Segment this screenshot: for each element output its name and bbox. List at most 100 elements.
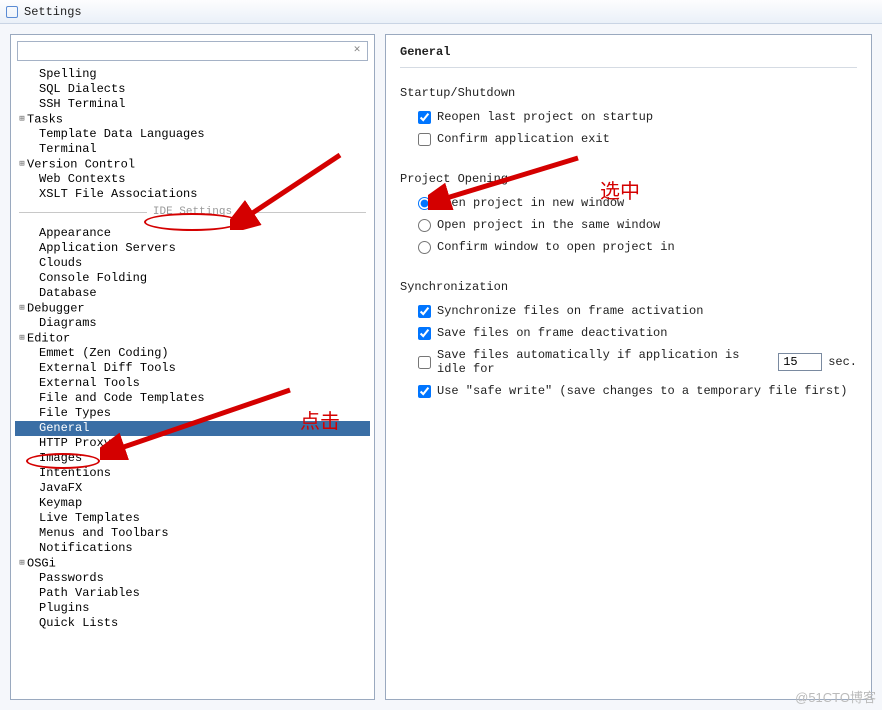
expand-icon[interactable]: ⊞ <box>17 301 27 316</box>
opt-label: Open project in the same window <box>437 218 660 232</box>
section-project-opening: Project Opening Open project in new wind… <box>400 172 857 262</box>
opt-label: Reopen last project on startup <box>437 110 653 124</box>
tree-item[interactable]: Diagrams <box>15 316 370 331</box>
checkbox-save-deact[interactable] <box>418 327 431 340</box>
tree-item[interactable]: SSH Terminal <box>15 97 370 112</box>
opt-open-new-window[interactable]: Open project in new window <box>418 196 857 210</box>
tree-item[interactable]: Terminal <box>15 142 370 157</box>
tree-item[interactable]: Console Folding <box>15 271 370 286</box>
tree-item[interactable]: HTTP Proxy <box>15 436 370 451</box>
expand-icon[interactable]: ⊞ <box>17 556 27 571</box>
tree-item[interactable]: ⊞OSGi <box>15 556 370 571</box>
opt-save-on-deactivation[interactable]: Save files on frame deactivation <box>418 326 857 340</box>
search-input[interactable] <box>17 41 368 61</box>
tree-item[interactable]: File and Code Templates <box>15 391 370 406</box>
opt-label: Use "safe write" (save changes to a temp… <box>437 384 847 398</box>
checkbox-autosave[interactable] <box>418 356 431 369</box>
tree-item-label: Console Folding <box>39 271 147 285</box>
tree-item-label: General <box>39 421 89 435</box>
tree-item-label: Tasks <box>27 113 63 127</box>
tree-item[interactable]: Path Variables <box>15 586 370 601</box>
opt-sync-on-activation[interactable]: Synchronize files on frame activation <box>418 304 857 318</box>
tree-item-label: Notifications <box>39 541 133 555</box>
opt-open-same-window[interactable]: Open project in the same window <box>418 218 857 232</box>
radio-same-window[interactable] <box>418 219 431 232</box>
tree-item[interactable]: Application Servers <box>15 241 370 256</box>
section-title: Startup/Shutdown <box>400 86 857 100</box>
tree-item-label: Path Variables <box>39 586 140 600</box>
tree-item[interactable]: External Tools <box>15 376 370 391</box>
opt-reopen-last-project[interactable]: Reopen last project on startup <box>418 110 857 124</box>
checkbox-safewrite[interactable] <box>418 385 431 398</box>
opt-confirm-exit[interactable]: Confirm application exit <box>418 132 857 146</box>
tree-item-label: HTTP Proxy <box>39 436 111 450</box>
tree-item-label: Application Servers <box>39 241 176 255</box>
tree-item-label: Web Contexts <box>39 172 125 186</box>
tree-item[interactable]: Database <box>15 286 370 301</box>
tree-item-label: External Diff Tools <box>39 361 176 375</box>
expand-icon[interactable]: ⊞ <box>17 157 27 172</box>
tree-item-label: Menus and Toolbars <box>39 526 169 540</box>
opt-label-suffix: sec. <box>828 355 857 369</box>
opt-autosave-idle[interactable]: Save files automatically if application … <box>418 348 857 376</box>
tree-item[interactable]: General <box>15 421 370 436</box>
tree-item[interactable]: Keymap <box>15 496 370 511</box>
opt-confirm-window[interactable]: Confirm window to open project in <box>418 240 857 254</box>
tree-item[interactable]: Template Data Languages <box>15 127 370 142</box>
tree-item[interactable]: Notifications <box>15 541 370 556</box>
panel-title: General <box>400 43 857 68</box>
tree-item[interactable]: ⊞Tasks <box>15 112 370 127</box>
tree-item-label: Editor <box>27 332 70 346</box>
tree-item[interactable]: Passwords <box>15 571 370 586</box>
tree-item-label: File Types <box>39 406 111 420</box>
opt-label: Save files automatically if application … <box>437 348 772 376</box>
tree-item[interactable]: XSLT File Associations <box>15 187 370 202</box>
tree-item-label: Intentions <box>39 466 111 480</box>
checkbox-confirm-exit[interactable] <box>418 133 431 146</box>
tree-item[interactable]: Spelling <box>15 67 370 82</box>
tree-item-label: Live Templates <box>39 511 140 525</box>
tree-item[interactable]: Images <box>15 451 370 466</box>
tree-item[interactable]: ⊞Version Control <box>15 157 370 172</box>
tree-item[interactable]: Plugins <box>15 601 370 616</box>
tree-item[interactable]: Web Contexts <box>15 172 370 187</box>
tree-item[interactable]: Intentions <box>15 466 370 481</box>
tree-item[interactable]: Appearance <box>15 226 370 241</box>
section-startup: Startup/Shutdown Reopen last project on … <box>400 86 857 154</box>
radio-confirm-window[interactable] <box>418 241 431 254</box>
checkbox-reopen[interactable] <box>418 111 431 124</box>
checkbox-sync-act[interactable] <box>418 305 431 318</box>
opt-label: Confirm application exit <box>437 132 610 146</box>
tree-item[interactable]: ⊞Debugger <box>15 301 370 316</box>
tree-item-label: Spelling <box>39 67 97 81</box>
section-title: Synchronization <box>400 280 857 294</box>
tree-item-label: Passwords <box>39 571 104 585</box>
section-synchronization: Synchronization Synchronize files on fra… <box>400 280 857 406</box>
settings-tree[interactable]: SpellingSQL DialectsSSH Terminal⊞TasksTe… <box>11 67 374 699</box>
tree-item[interactable]: File Types <box>15 406 370 421</box>
tree-item-label: Diagrams <box>39 316 97 330</box>
tree-item-label: Database <box>39 286 97 300</box>
tree-item[interactable]: Live Templates <box>15 511 370 526</box>
tree-item[interactable]: SQL Dialects <box>15 82 370 97</box>
tree-item[interactable]: Menus and Toolbars <box>15 526 370 541</box>
opt-safe-write[interactable]: Use "safe write" (save changes to a temp… <box>418 384 857 398</box>
expand-icon[interactable]: ⊞ <box>17 112 27 127</box>
main-area: ✕ SpellingSQL DialectsSSH Terminal⊞Tasks… <box>0 24 882 710</box>
tree-item[interactable]: Clouds <box>15 256 370 271</box>
autosave-seconds-input[interactable] <box>778 353 822 371</box>
window-title: Settings <box>24 5 82 19</box>
clear-search-icon[interactable]: ✕ <box>350 43 364 57</box>
radio-new-window[interactable] <box>418 197 431 210</box>
app-icon <box>6 6 18 18</box>
tree-item-label: Emmet (Zen Coding) <box>39 346 169 360</box>
expand-icon[interactable]: ⊞ <box>17 331 27 346</box>
tree-item-label: Template Data Languages <box>39 127 205 141</box>
tree-item[interactable]: External Diff Tools <box>15 361 370 376</box>
tree-item[interactable]: Emmet (Zen Coding) <box>15 346 370 361</box>
tree-item-label: JavaFX <box>39 481 82 495</box>
tree-item[interactable]: JavaFX <box>15 481 370 496</box>
tree-item[interactable]: ⊞Editor <box>15 331 370 346</box>
tree-item[interactable]: Quick Lists <box>15 616 370 631</box>
tree-item-label: XSLT File Associations <box>39 187 197 201</box>
